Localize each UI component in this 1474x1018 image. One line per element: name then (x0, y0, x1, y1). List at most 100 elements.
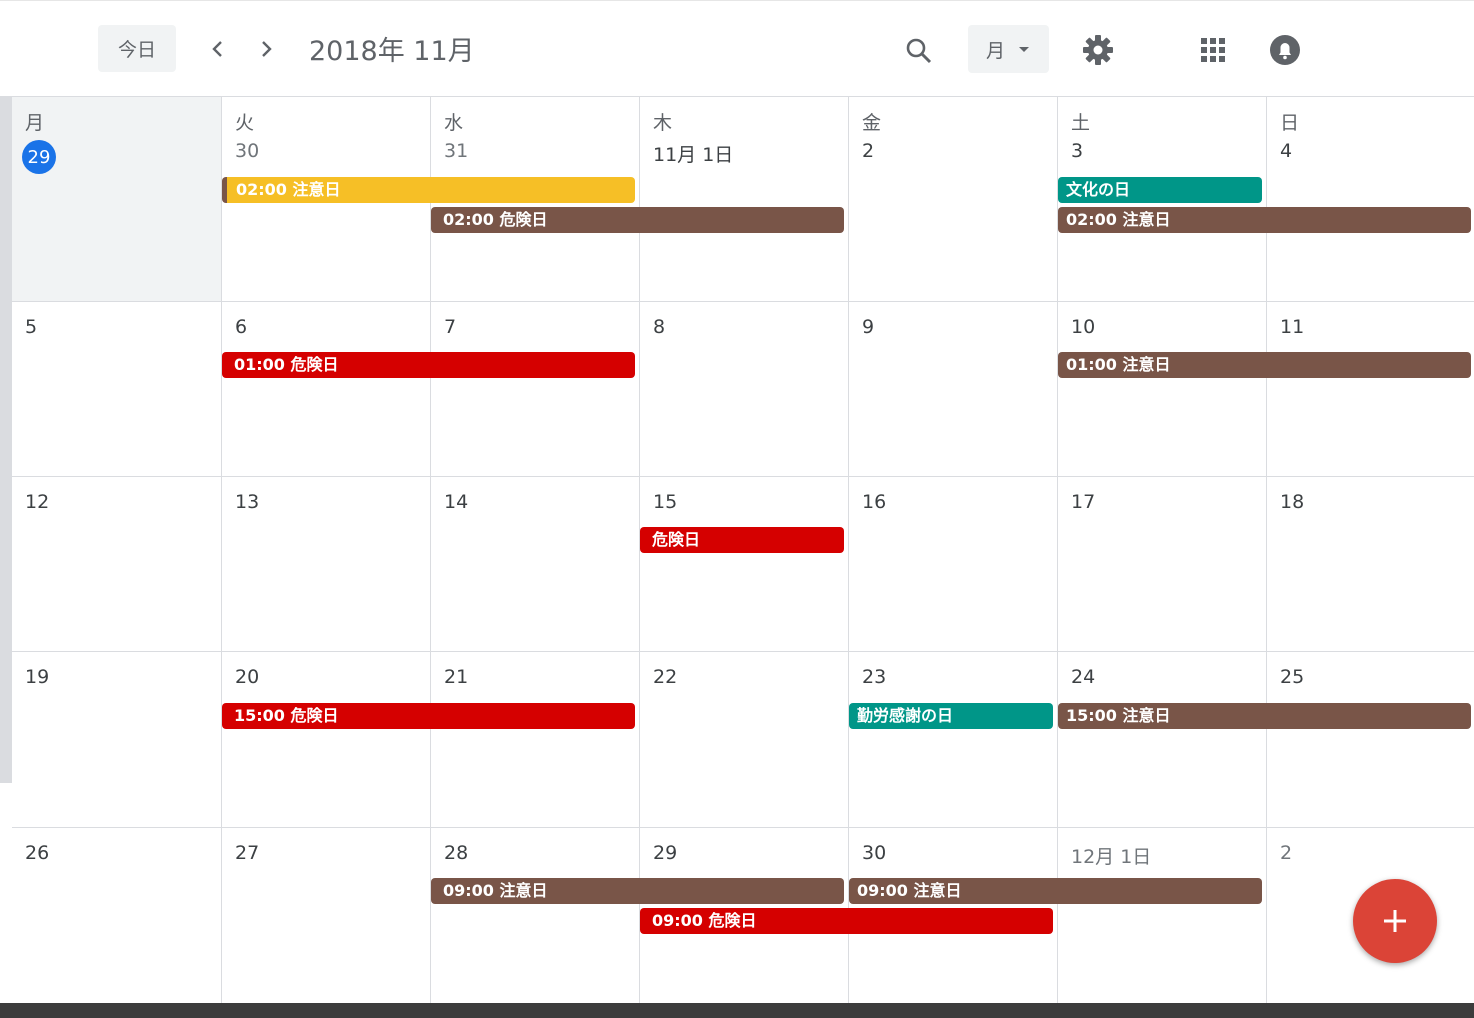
day-cell[interactable]: 19 (12, 652, 222, 828)
chevron-right-icon (262, 41, 272, 57)
gear-icon (1083, 35, 1113, 65)
date-number[interactable]: 10 (1071, 316, 1095, 338)
day-cell[interactable]: 8 (640, 302, 849, 477)
date-number[interactable]: 20 (235, 666, 259, 688)
day-cell[interactable]: 13 (222, 477, 431, 652)
day-cell[interactable]: 22 (640, 652, 849, 828)
date-number[interactable]: 17 (1071, 491, 1095, 513)
date-number[interactable]: 9 (862, 316, 874, 338)
notifications-button[interactable] (1265, 30, 1305, 70)
day-cell[interactable]: 月 29 (12, 97, 222, 302)
create-event-button[interactable] (1353, 879, 1437, 963)
date-number[interactable]: 7 (444, 316, 456, 338)
date-number[interactable]: 2 (1280, 842, 1292, 864)
date-number[interactable]: 11 (1280, 316, 1304, 338)
apps-button[interactable] (1193, 30, 1233, 70)
date-number[interactable]: 14 (444, 491, 468, 513)
event-chip[interactable]: 15:00 危険日 (222, 703, 635, 729)
date-number[interactable]: 25 (1280, 666, 1304, 688)
date-number[interactable]: 26 (25, 842, 49, 864)
today-date-badge[interactable]: 29 (22, 140, 56, 174)
date-number[interactable]: 18 (1280, 491, 1304, 513)
date-number[interactable]: 22 (653, 666, 677, 688)
event-chip[interactable]: 09:00 注意日 (849, 878, 1262, 904)
date-number[interactable]: 29 (653, 842, 677, 864)
day-cell[interactable]: 23 (849, 652, 1058, 828)
caret-down-icon (1019, 46, 1030, 52)
date-number[interactable]: 2 (862, 140, 874, 162)
event-chip[interactable]: 01:00 危険日 (222, 352, 635, 378)
event-chip[interactable]: 文化の日 (1058, 177, 1262, 203)
search-button[interactable] (899, 31, 939, 71)
date-number[interactable]: 11月 1日 (653, 140, 733, 167)
bottom-bar (0, 1003, 1474, 1018)
date-number[interactable]: 30 (235, 140, 259, 162)
left-strip (0, 97, 12, 783)
date-number[interactable]: 19 (25, 666, 49, 688)
day-cell[interactable]: 28 (431, 828, 640, 1003)
day-cell[interactable]: 17 (1058, 477, 1267, 652)
date-number[interactable]: 8 (653, 316, 665, 338)
weekday-label: 金 (862, 112, 882, 134)
day-cell[interactable]: 25 (1267, 652, 1474, 828)
day-cell[interactable]: 金 2 (849, 97, 1058, 302)
day-cell[interactable]: 26 (12, 828, 222, 1003)
day-cell[interactable]: 9 (849, 302, 1058, 477)
date-number[interactable]: 23 (862, 666, 886, 688)
weekday-label: 火 (235, 112, 255, 134)
event-chip[interactable]: 02:00 注意日 (1058, 207, 1471, 233)
date-number[interactable]: 27 (235, 842, 259, 864)
date-number[interactable]: 24 (1071, 666, 1095, 688)
day-cell[interactable]: 5 (12, 302, 222, 477)
day-cell[interactable]: 7 (431, 302, 640, 477)
day-cell[interactable]: 27 (222, 828, 431, 1003)
day-cell[interactable]: 15 (640, 477, 849, 652)
event-chip[interactable]: 09:00 注意日 (431, 878, 844, 904)
event-chip[interactable]: 02:00 危険日 (431, 207, 844, 233)
settings-button[interactable] (1078, 30, 1118, 70)
day-cell[interactable]: 16 (849, 477, 1058, 652)
day-cell[interactable]: 日 4 (1267, 97, 1474, 302)
date-number[interactable]: 5 (25, 316, 37, 338)
date-number[interactable]: 3 (1071, 140, 1083, 162)
date-number[interactable]: 15 (653, 491, 677, 513)
date-number[interactable]: 28 (444, 842, 468, 864)
month-grid: 月 29 火 30 水 31 木 11月 1日 金 2 土 3 日 4 5 6 (12, 97, 1474, 1003)
date-number[interactable]: 4 (1280, 140, 1292, 162)
event-chip[interactable]: 09:00 危険日 (640, 908, 1053, 934)
day-cell[interactable]: 18 (1267, 477, 1474, 652)
day-cell[interactable]: 6 (222, 302, 431, 477)
next-month-button[interactable] (248, 31, 284, 67)
date-number[interactable]: 31 (444, 140, 468, 162)
day-cell[interactable]: 14 (431, 477, 640, 652)
date-number[interactable]: 21 (444, 666, 468, 688)
date-number[interactable]: 12月 1日 (1071, 842, 1151, 869)
date-number[interactable]: 12 (25, 491, 49, 513)
date-number[interactable]: 16 (862, 491, 886, 513)
day-cell[interactable]: 24 (1058, 652, 1267, 828)
day-cell[interactable]: 12月 1日 (1058, 828, 1267, 1003)
bell-icon (1270, 35, 1300, 65)
date-number[interactable]: 13 (235, 491, 259, 513)
apps-grid-icon (1201, 38, 1225, 62)
day-cell[interactable]: 11 (1267, 302, 1474, 477)
date-number[interactable]: 6 (235, 316, 247, 338)
weekday-label: 土 (1071, 112, 1091, 134)
day-cell[interactable]: 木 11月 1日 (640, 97, 849, 302)
view-selector-label: 月 (986, 39, 1006, 62)
weekday-label: 木 (653, 112, 673, 134)
event-chip[interactable]: 勤労感謝の日 (849, 703, 1053, 729)
weekday-label: 月 (25, 112, 45, 134)
day-cell[interactable]: 20 (222, 652, 431, 828)
day-cell[interactable]: 10 (1058, 302, 1267, 477)
prev-month-button[interactable] (200, 31, 236, 67)
date-number[interactable]: 30 (862, 842, 886, 864)
event-chip[interactable]: 01:00 注意日 (1058, 352, 1471, 378)
today-button[interactable]: 今日 (98, 25, 176, 72)
day-cell[interactable]: 21 (431, 652, 640, 828)
event-chip[interactable]: 危険日 (640, 527, 844, 553)
event-chip[interactable]: 15:00 注意日 (1058, 703, 1471, 729)
day-cell[interactable]: 12 (12, 477, 222, 652)
event-chip[interactable]: 02:00 注意日 (222, 177, 635, 203)
view-selector[interactable]: 月 (968, 25, 1049, 73)
